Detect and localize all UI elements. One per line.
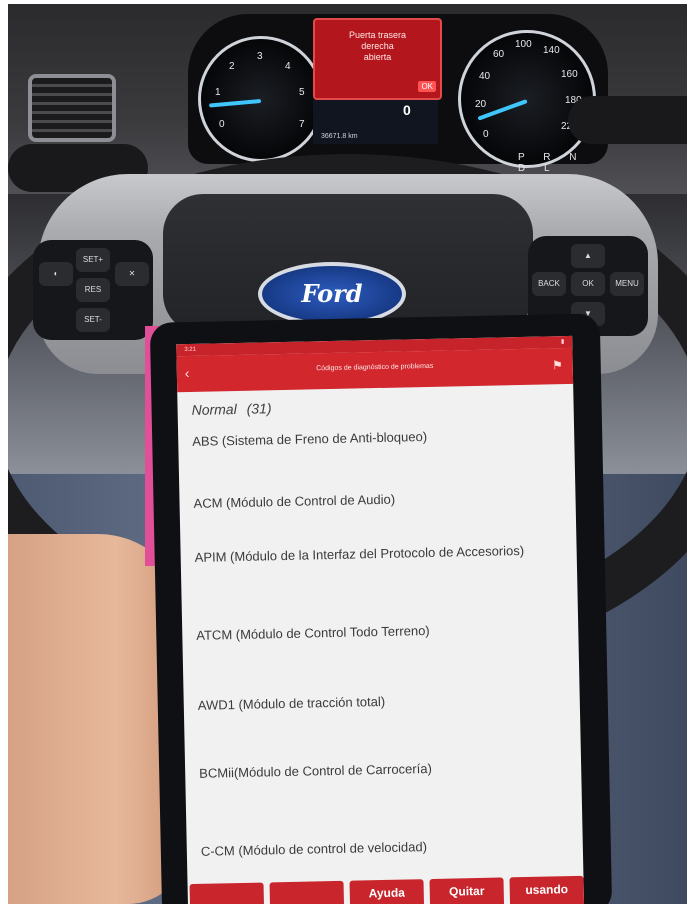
section-header: Normal (31) xyxy=(191,400,271,418)
section-label: Normal xyxy=(191,400,237,418)
remove-button[interactable]: Quitar xyxy=(429,877,505,904)
toolbar-button[interactable] xyxy=(189,882,265,904)
alert-line: Puerta trasera xyxy=(348,30,407,40)
tablet: 3:21 ▮ ‹ Códigos de diagnóstico de probl… xyxy=(149,313,613,904)
up-arrow-icon: ▲ xyxy=(571,244,605,268)
set-plus-button: SET+ xyxy=(76,248,110,272)
left-control-pad: SET+ RES SET- ◐ ✕ xyxy=(33,240,153,340)
door-alert: Puerta trasera derecha abierta OK xyxy=(313,18,442,100)
gear-indicator: P R N D L xyxy=(518,152,585,174)
app-bar: ‹ Códigos de diagnóstico de problemas ⚑ xyxy=(176,347,574,393)
menu-button: MENU xyxy=(610,272,644,296)
instrument-cluster: 0 1 2 3 4 5 7 Puerta trasera derecha abi… xyxy=(188,14,608,174)
speedometer: 0 20 40 60 100 140 160 180 220 xyxy=(458,30,596,168)
odometer: 36671.8 km xyxy=(321,133,358,140)
list-item[interactable]: ATCM (Módulo de Control Todo Terreno) xyxy=(196,620,566,644)
alert-ok-badge: OK xyxy=(418,81,436,92)
section-count: (31) xyxy=(246,400,272,417)
tachometer-needle xyxy=(209,99,262,108)
door-alert-text: Puerta trasera derecha abierta xyxy=(315,30,440,63)
set-minus-button: SET- xyxy=(76,308,110,332)
list-item[interactable]: ABS (Sistema de Freno de Anti-bloqueo) xyxy=(192,426,562,450)
speed-readout: 0 xyxy=(403,102,411,118)
help-button[interactable]: Ayuda xyxy=(349,879,425,904)
status-time: 3:21 xyxy=(184,346,197,354)
list-item[interactable]: BCMii(Módulo de Control de Carrocería) xyxy=(199,758,569,782)
tablet-screen: 3:21 ▮ ‹ Códigos de diagnóstico de probl… xyxy=(176,335,585,904)
trip-info: 0 36671.8 km xyxy=(313,100,438,144)
air-vent xyxy=(28,74,116,142)
cancel-icon: ✕ xyxy=(115,262,149,286)
list-item[interactable]: APIM (Módulo de la Interfaz del Protocol… xyxy=(195,542,565,566)
alert-line: derecha xyxy=(361,41,394,51)
bottom-toolbar: Ayuda Quitar usando xyxy=(188,875,585,904)
battery-icon: ▮ xyxy=(560,339,565,346)
toolbar-button[interactable] xyxy=(269,880,345,904)
res-button: RES xyxy=(76,278,110,302)
back-button: BACK xyxy=(532,272,566,296)
tachometer: 0 1 2 3 4 5 7 xyxy=(198,36,324,162)
cruise-icon: ◐ xyxy=(39,262,73,286)
using-button[interactable]: usando xyxy=(509,875,585,904)
right-stalk xyxy=(568,96,687,144)
photo: 0 1 2 3 4 5 7 Puerta trasera derecha abi… xyxy=(8,4,687,904)
ford-logo: Ford xyxy=(258,262,406,326)
app-title: Códigos de diagnóstico de problemas xyxy=(316,362,434,373)
flag-icon[interactable]: ⚑ xyxy=(552,358,563,372)
ok-button: OK xyxy=(571,272,605,296)
list-item[interactable]: ACM (Módulo de Control de Audio) xyxy=(193,488,563,512)
list-item[interactable]: AWD1 (Módulo de tracción total) xyxy=(198,690,568,714)
list-item[interactable]: C-CM (Módulo de control de velocidad) xyxy=(201,836,571,860)
alert-line: abierta xyxy=(363,52,392,62)
